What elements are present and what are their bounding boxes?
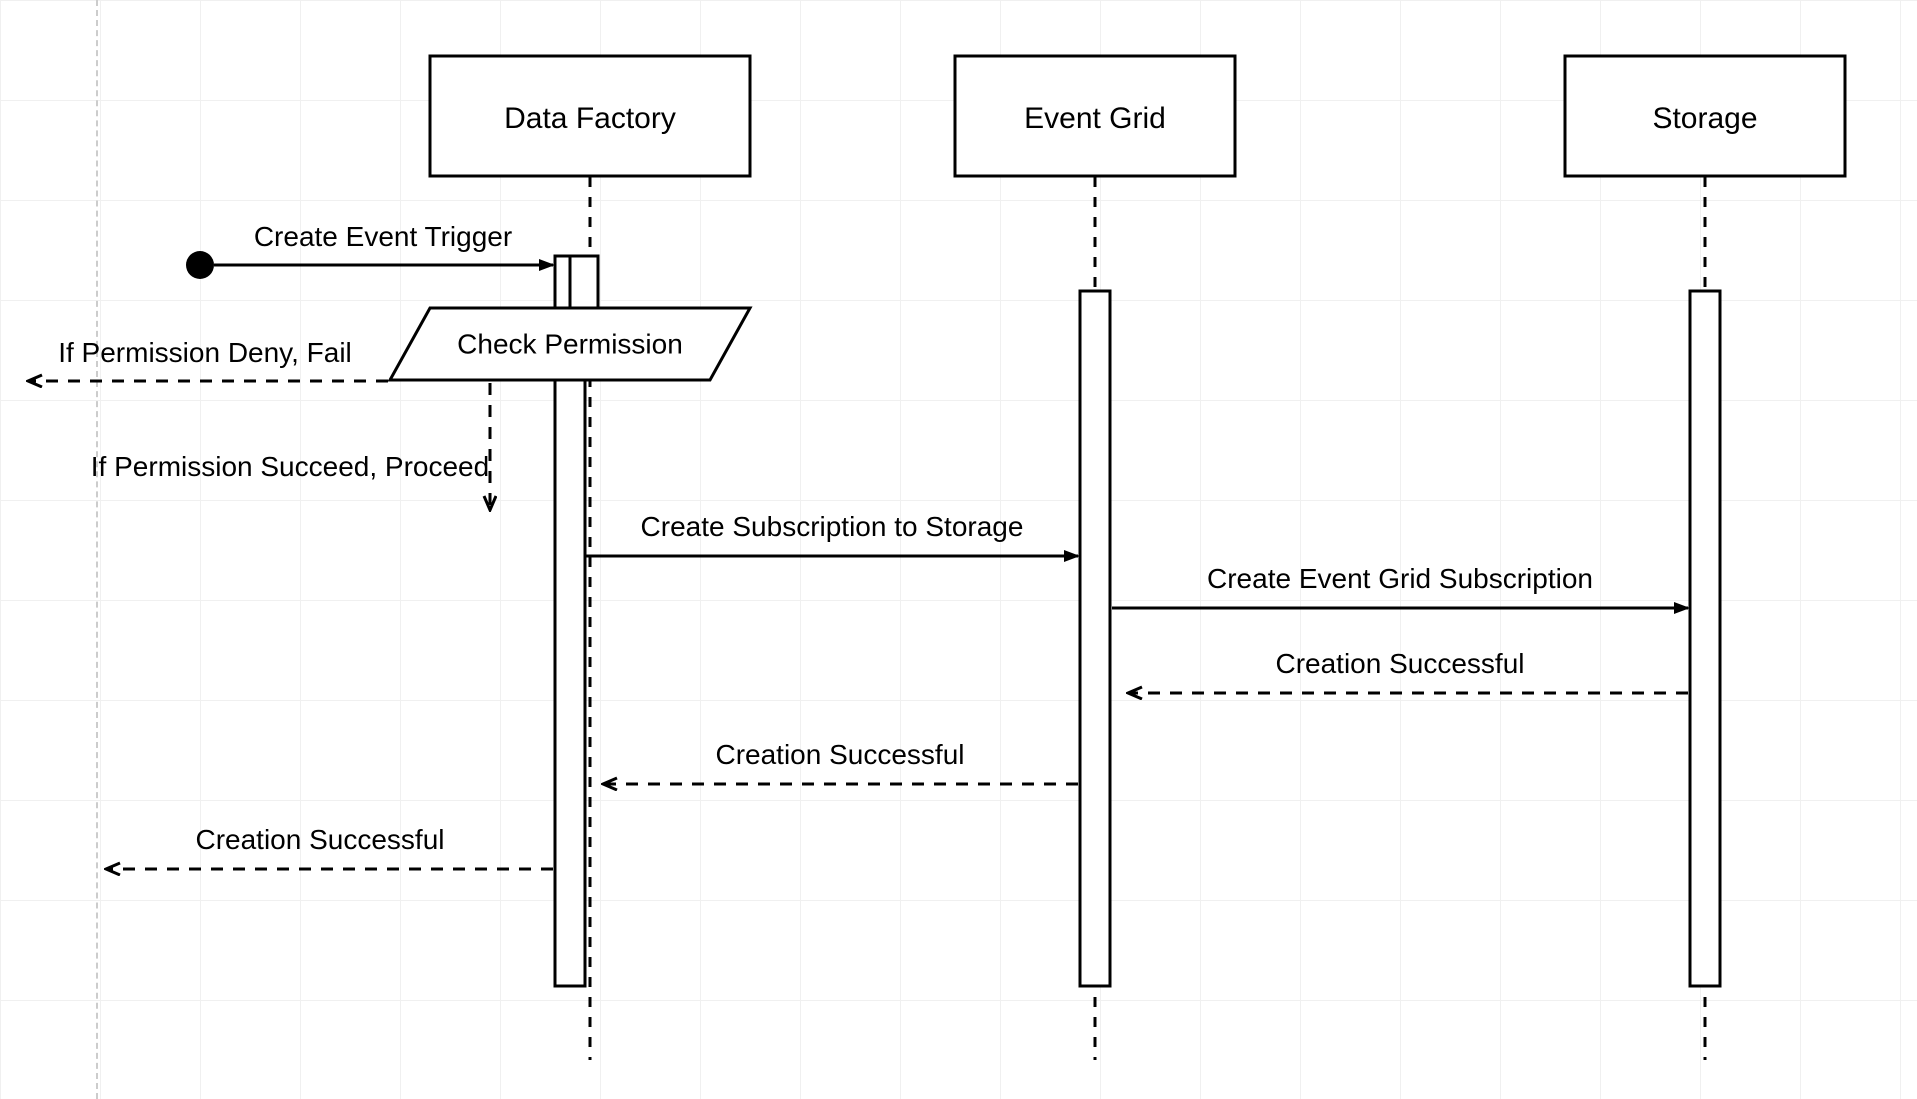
activation-event-grid — [1080, 291, 1110, 986]
svg-text:If Permission Deny, Fail: If Permission Deny, Fail — [58, 337, 352, 368]
svg-text:Creation Successful: Creation Successful — [715, 739, 964, 770]
sequence-diagram: Data Factory Event Grid Storage Create E… — [0, 0, 1917, 1099]
message-permission-succeed: If Permission Succeed, Proceed — [91, 383, 490, 508]
message-create-event-trigger: Create Event Trigger — [214, 221, 598, 311]
svg-text:If Permission Succeed, Proceed: If Permission Succeed, Proceed — [91, 451, 489, 482]
actor-data-factory: Data Factory — [430, 56, 750, 176]
svg-text:Creation Successful: Creation Successful — [1275, 648, 1524, 679]
svg-text:Create Event Grid Subscription: Create Event Grid Subscription — [1207, 563, 1593, 594]
check-permission-node: Check Permission — [390, 308, 750, 380]
message-creation-successful-final: Creation Successful — [108, 824, 553, 869]
message-creation-successful-storage: Creation Successful — [1130, 648, 1688, 693]
actor-label-event-grid: Event Grid — [1024, 102, 1166, 135]
svg-text:Create Event Trigger: Create Event Trigger — [254, 221, 512, 252]
message-create-subscription: Create Subscription to Storage — [586, 511, 1078, 556]
svg-text:Creation Successful: Creation Successful — [195, 824, 444, 855]
actor-event-grid: Event Grid — [955, 56, 1235, 176]
message-creation-successful-eg: Creation Successful — [605, 739, 1078, 784]
message-create-eg-subscription: Create Event Grid Subscription — [1112, 563, 1688, 608]
svg-text:Check Permission: Check Permission — [457, 328, 683, 359]
actor-label-data-factory: Data Factory — [504, 102, 676, 135]
actor-label-storage: Storage — [1652, 102, 1757, 135]
message-permission-deny: If Permission Deny, Fail — [30, 337, 388, 381]
start-point — [186, 251, 214, 279]
svg-text:Create Subscription to Storage: Create Subscription to Storage — [641, 511, 1024, 542]
actor-storage: Storage — [1565, 56, 1845, 176]
activation-storage — [1690, 291, 1720, 986]
